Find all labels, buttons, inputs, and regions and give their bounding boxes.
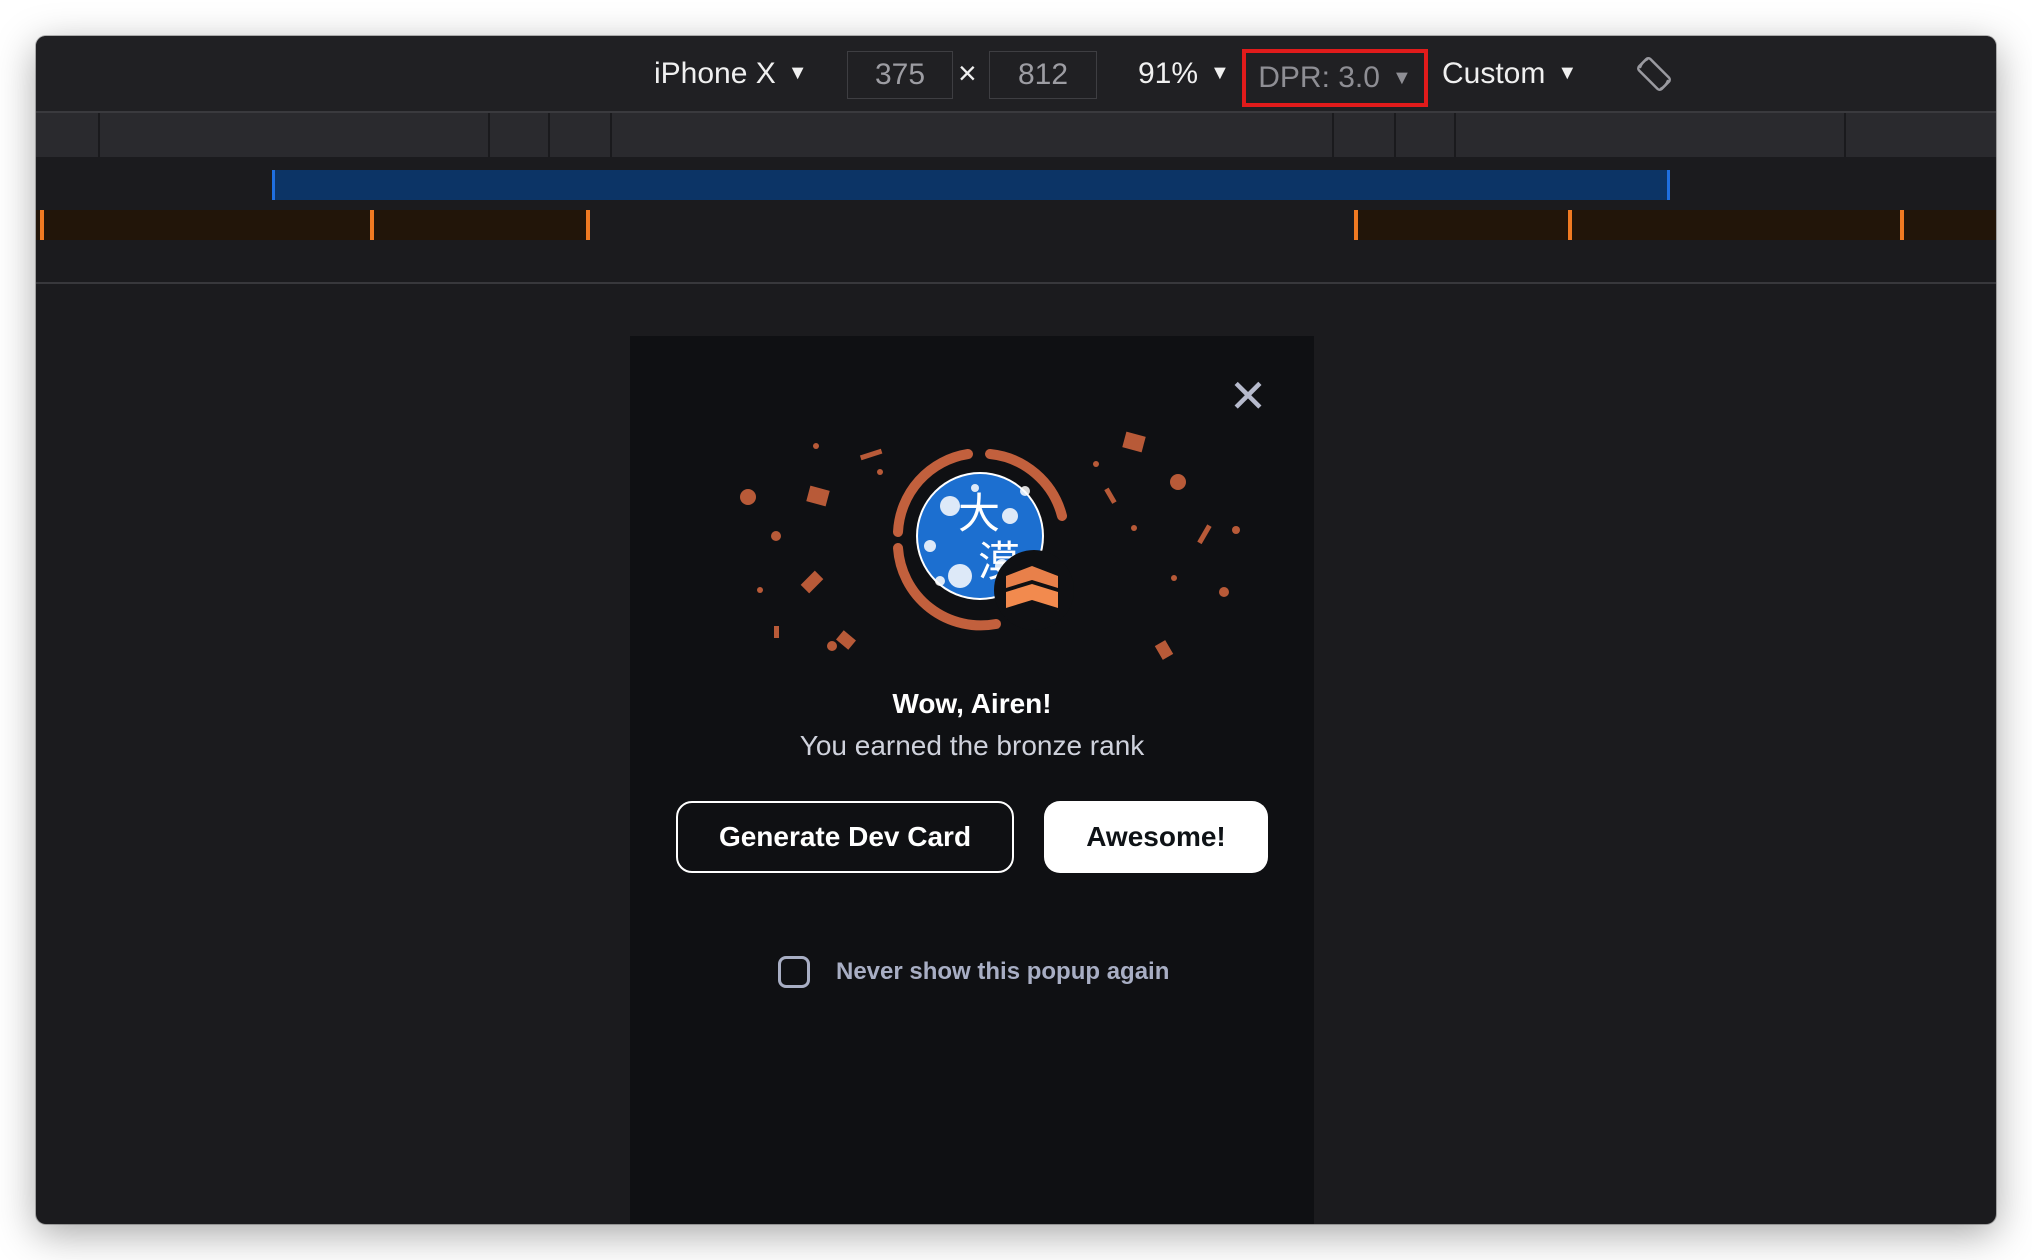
device-viewport: ✕ 大 漠 Wow, Airen! You earned the bronze …	[630, 336, 1314, 1224]
zoom-label: 91%	[1138, 56, 1199, 90]
media-query-marker	[370, 210, 374, 240]
rotate-device-icon[interactable]	[1634, 36, 1674, 111]
device-label: iPhone X	[654, 56, 776, 90]
device-toolbar: iPhone X ▼ 375 × 812 91% ▼ DPR: 3.0 ▼ Cu…	[36, 36, 1996, 113]
never-show-checkbox[interactable]	[778, 956, 810, 988]
popup-subtitle: You earned the bronze rank	[799, 730, 1145, 761]
svg-text:大: 大	[958, 489, 1000, 538]
generate-dev-card-button[interactable]: Generate Dev Card	[676, 801, 1014, 873]
width-input[interactable]: 375	[847, 51, 953, 99]
never-show-label[interactable]: Never show this popup again	[836, 958, 1169, 986]
media-query-marker	[1900, 210, 1904, 240]
zoom-select[interactable]: 91% ▼	[1138, 36, 1230, 111]
chevron-down-icon: ▼	[1557, 62, 1578, 84]
min-width-media-query-bar[interactable]	[36, 210, 588, 240]
throttle-label: Custom	[1442, 56, 1546, 90]
media-query-marker	[1354, 210, 1358, 240]
bronze-rank-badge-icon	[994, 550, 1074, 630]
media-query-marker	[586, 210, 590, 240]
throttle-select[interactable]: Custom ▼	[1442, 36, 1577, 111]
media-query-breakpoints[interactable]	[36, 113, 1996, 157]
awesome-button[interactable]: Awesome!	[1044, 801, 1268, 873]
max-width-media-query-bar[interactable]	[272, 170, 1670, 200]
dpr-label: DPR: 3.0	[1258, 61, 1380, 94]
media-query-marker	[1568, 210, 1572, 240]
popup-title: Wow, Airen!	[892, 688, 1052, 719]
toolbar-divider	[36, 282, 1996, 284]
media-query-marker	[40, 210, 44, 240]
device-select[interactable]: iPhone X ▼	[654, 36, 808, 111]
chevron-down-icon: ▼	[1210, 62, 1230, 84]
dpr-select[interactable]: DPR: 3.0 ▼	[1242, 49, 1428, 107]
height-input[interactable]: 812	[989, 51, 1097, 99]
dimension-separator: ×	[958, 55, 977, 91]
chevron-down-icon: ▼	[1391, 66, 1412, 89]
devtools-window: iPhone X ▼ 375 × 812 91% ▼ DPR: 3.0 ▼ Cu…	[36, 36, 1996, 1224]
rank-celebration-graphic: 大 漠	[740, 431, 1240, 660]
chevron-down-icon: ▼	[787, 62, 808, 84]
